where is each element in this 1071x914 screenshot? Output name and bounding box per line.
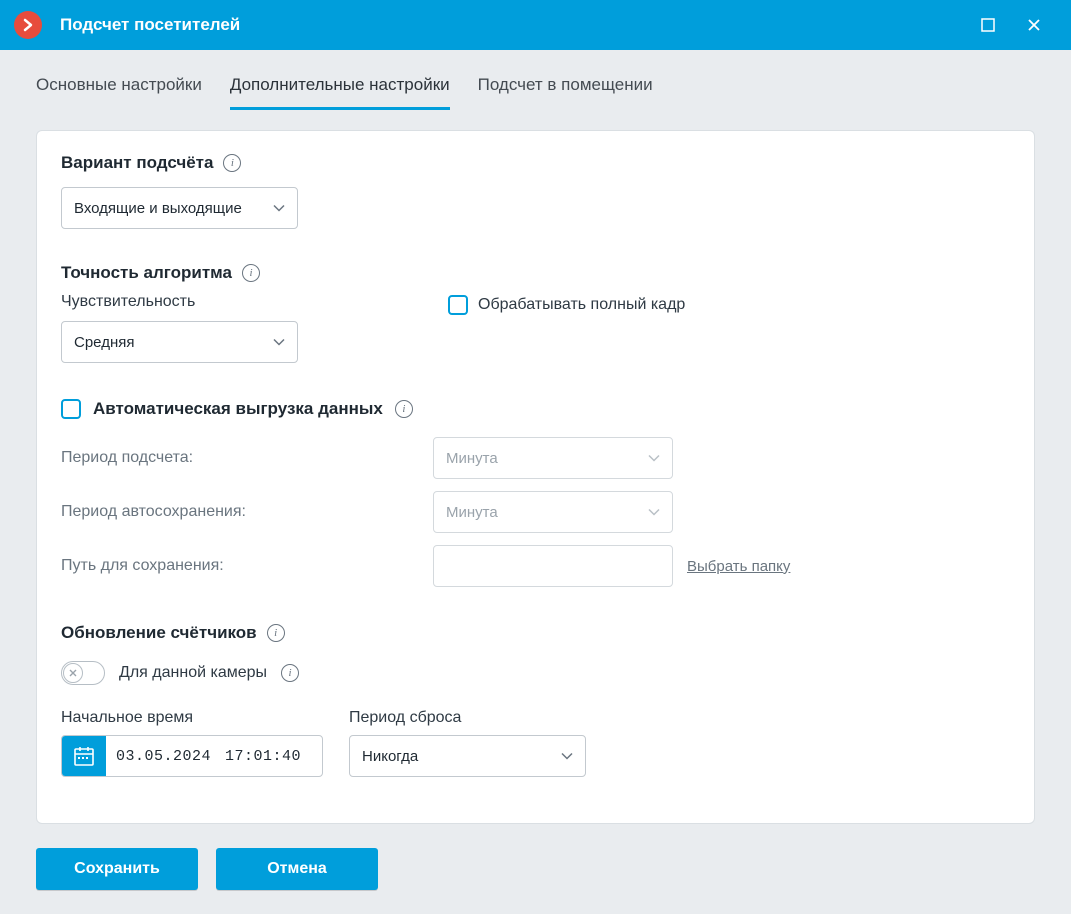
count-variant-value: Входящие и выходящие <box>74 200 242 217</box>
toggle-knob-icon <box>63 663 83 683</box>
full-frame-checkbox[interactable] <box>448 295 468 315</box>
cancel-button[interactable]: Отмена <box>216 848 378 890</box>
close-button[interactable] <box>1011 0 1057 50</box>
start-time-value: 03.05.2024 17:01:40 <box>106 736 322 776</box>
maximize-icon <box>981 18 995 32</box>
accuracy-heading: Точность алгоритма i <box>61 263 1010 283</box>
sensitivity-value: Средняя <box>74 334 134 351</box>
chevron-down-icon <box>273 200 285 217</box>
footer: Сохранить Отмена <box>0 824 1071 914</box>
sensitivity-label: Чувствительность <box>61 293 298 311</box>
reset-period-select[interactable]: Никогда <box>349 735 586 777</box>
counter-update-heading: Обновление счётчиков i <box>61 623 1010 643</box>
count-period-select: Минута <box>433 437 673 479</box>
save-path-input <box>433 545 673 587</box>
tab-basic[interactable]: Основные настройки <box>36 75 202 110</box>
start-time-clock: 17:01:40 <box>225 748 301 765</box>
reset-period-group: Период сброса Никогда <box>349 709 586 777</box>
calendar-icon[interactable] <box>62 736 106 776</box>
tab-room[interactable]: Подсчет в помещении <box>478 75 653 110</box>
count-variant-select[interactable]: Входящие и выходящие <box>61 187 298 229</box>
chevron-down-icon <box>273 334 285 351</box>
per-camera-toggle[interactable] <box>61 661 105 685</box>
start-time-label: Начальное время <box>61 709 323 727</box>
close-icon <box>1027 18 1041 32</box>
reset-period-value: Никогда <box>362 748 418 765</box>
autosave-period-value: Минута <box>446 504 498 521</box>
start-date: 03.05.2024 <box>116 748 211 765</box>
app-logo-icon <box>14 11 42 39</box>
settings-panel: Вариант подсчёта i Входящие и выходящие … <box>36 130 1035 824</box>
reset-period-label: Период сброса <box>349 709 586 727</box>
info-icon[interactable]: i <box>395 400 413 418</box>
chevron-down-icon <box>648 504 660 521</box>
sensitivity-group: Чувствительность Средняя <box>61 293 298 363</box>
titlebar: Подсчет посетителей <box>0 0 1071 50</box>
full-frame-checkbox-row: Обрабатывать полный кадр <box>448 295 685 315</box>
count-variant-heading-text: Вариант подсчёта <box>61 153 213 173</box>
full-frame-label: Обрабатывать полный кадр <box>478 296 685 314</box>
auto-export-label: Автоматическая выгрузка данных <box>93 399 383 419</box>
count-variant-heading: Вариант подсчёта i <box>61 153 1010 173</box>
count-period-value: Минута <box>446 450 498 467</box>
sensitivity-select[interactable]: Средняя <box>61 321 298 363</box>
tabs: Основные настройки Дополнительные настро… <box>0 50 1071 110</box>
save-path-label: Путь для сохранения: <box>61 557 433 575</box>
count-period-label: Период подсчета: <box>61 449 433 467</box>
info-icon[interactable]: i <box>281 664 299 682</box>
per-camera-label: Для данной камеры <box>119 664 267 682</box>
save-button[interactable]: Сохранить <box>36 848 198 890</box>
choose-folder-link[interactable]: Выбрать папку <box>687 558 790 575</box>
auto-export-row: Автоматическая выгрузка данных i <box>61 399 1010 419</box>
info-icon[interactable]: i <box>242 264 260 282</box>
window-title: Подсчет посетителей <box>60 15 965 35</box>
chevron-down-icon <box>648 450 660 467</box>
info-icon[interactable]: i <box>223 154 241 172</box>
start-time-group: Начальное время 03.05.2024 17:01: <box>61 709 323 777</box>
counter-update-heading-text: Обновление счётчиков <box>61 623 257 643</box>
chevron-down-icon <box>561 748 573 765</box>
auto-export-checkbox[interactable] <box>61 399 81 419</box>
info-icon[interactable]: i <box>267 624 285 642</box>
accuracy-heading-text: Точность алгоритма <box>61 263 232 283</box>
start-time-picker[interactable]: 03.05.2024 17:01:40 <box>61 735 323 777</box>
autosave-period-select: Минута <box>433 491 673 533</box>
maximize-button[interactable] <box>965 0 1011 50</box>
autosave-period-label: Период автосохранения: <box>61 503 433 521</box>
tab-advanced[interactable]: Дополнительные настройки <box>230 75 450 110</box>
